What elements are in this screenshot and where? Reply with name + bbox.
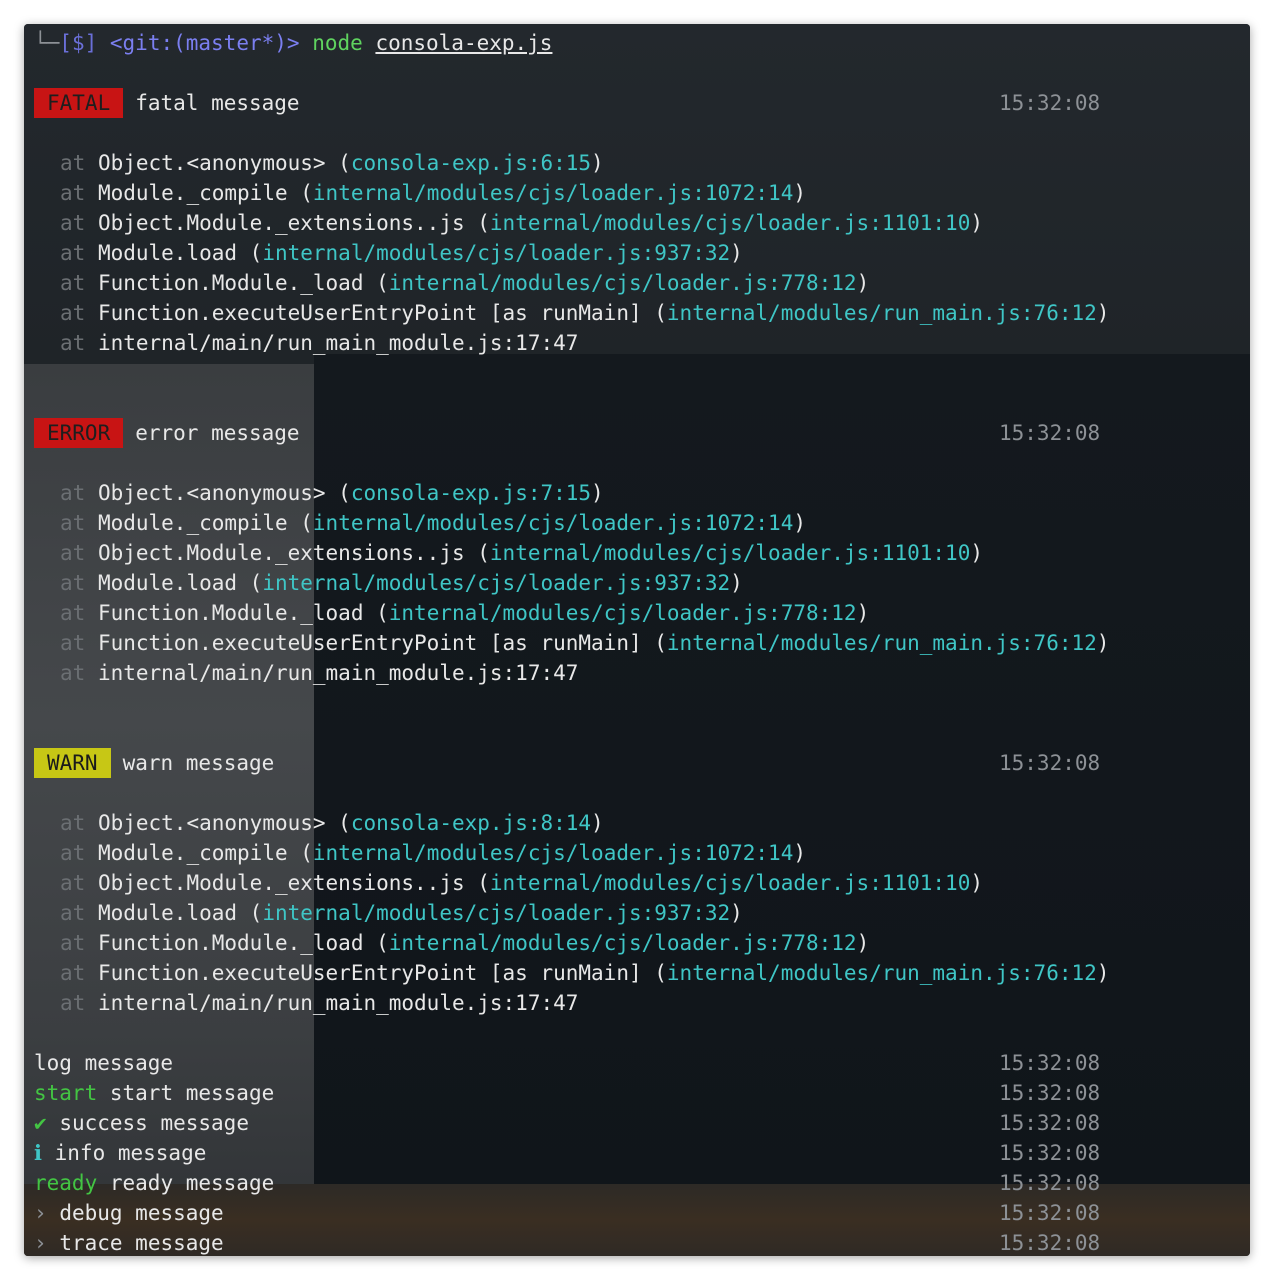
- chevron-right-icon: ›: [34, 1231, 47, 1255]
- stack-frame: at Function.Module._load (internal/modul…: [60, 271, 870, 295]
- start-message: start message: [109, 1081, 275, 1105]
- prompt-git-branch: <git:(master*)>: [109, 31, 300, 55]
- stack-frame: at internal/main/run_main_module.js:17:4…: [60, 991, 579, 1015]
- ready-message: ready message: [109, 1171, 275, 1195]
- stack-frame: at Object.<anonymous> (consola-exp.js:8:…: [60, 811, 604, 835]
- stack-frame: at Object.<anonymous> (consola-exp.js:6:…: [60, 151, 604, 175]
- prompt-corner: └─: [34, 31, 60, 55]
- log-timestamp: 15:32:08: [999, 1051, 1101, 1075]
- stack-frame: at Function.executeUserEntryPoint [as ru…: [60, 631, 1110, 655]
- info-timestamp: 15:32:08: [999, 1141, 1101, 1165]
- debug-message: debug message: [59, 1201, 224, 1225]
- fatal-message: fatal message: [135, 91, 300, 115]
- terminal-output[interactable]: └─[$] <git:(master*)> node consola-exp.j…: [24, 24, 1250, 1256]
- command-node: node: [312, 31, 363, 55]
- warn-line: WARN warn message: [34, 748, 274, 778]
- trace-timestamp: 15:32:08: [999, 1231, 1101, 1255]
- stack-frame: at Module.load (internal/modules/cjs/loa…: [60, 571, 743, 595]
- info-line: ℹ info message: [34, 1138, 206, 1168]
- stack-frame: at Function.executeUserEntryPoint [as ru…: [60, 301, 1110, 325]
- success-timestamp: 15:32:08: [999, 1111, 1101, 1135]
- chevron-right-icon: ›: [34, 1201, 47, 1225]
- stack-frame: at Module.load (internal/modules/cjs/loa…: [60, 901, 743, 925]
- success-message: success message: [59, 1111, 249, 1135]
- terminal-window: └─[$] <git:(master*)> node consola-exp.j…: [24, 24, 1250, 1256]
- stack-frame: at Module._compile (internal/modules/cjs…: [60, 511, 806, 535]
- error-badge: ERROR: [34, 418, 124, 448]
- stack-frame: at Object.Module._extensions..js (intern…: [60, 211, 983, 235]
- stack-frame: at Function.Module._load (internal/modul…: [60, 931, 870, 955]
- command-file: consola-exp.js: [375, 31, 553, 55]
- info-icon: ℹ: [34, 1141, 42, 1165]
- debug-line: › debug message: [34, 1198, 224, 1228]
- stack-frame: at internal/main/run_main_module.js:17:4…: [60, 661, 579, 685]
- ready-timestamp: 15:32:08: [999, 1171, 1101, 1195]
- info-message: info message: [54, 1141, 207, 1165]
- stack-frame: at Function.Module._load (internal/modul…: [60, 601, 870, 625]
- error-message: error message: [135, 421, 300, 445]
- start-prefix: start: [34, 1081, 98, 1105]
- prompt-dollar: [$]: [59, 31, 98, 55]
- stack-frame: at Object.<anonymous> (consola-exp.js:7:…: [60, 481, 604, 505]
- trace-line: › trace message: [34, 1228, 224, 1256]
- fatal-badge: FATAL: [34, 88, 124, 118]
- warn-badge: WARN: [34, 748, 111, 778]
- error-timestamp: 15:32:08: [999, 421, 1101, 445]
- fatal-timestamp: 15:32:08: [999, 91, 1101, 115]
- stack-frame: at Function.executeUserEntryPoint [as ru…: [60, 961, 1110, 985]
- warn-message: warn message: [122, 751, 275, 775]
- debug-timestamp: 15:32:08: [999, 1201, 1101, 1225]
- trace-message: trace message: [59, 1231, 224, 1255]
- ready-line: ready ready message: [34, 1168, 274, 1198]
- start-line: start start message: [34, 1078, 274, 1108]
- warn-timestamp: 15:32:08: [999, 751, 1101, 775]
- stack-frame: at internal/main/run_main_module.js:17:4…: [60, 331, 579, 355]
- prompt-line: └─[$] <git:(master*)> node consola-exp.j…: [34, 28, 552, 58]
- stack-frame: at Module.load (internal/modules/cjs/loa…: [60, 241, 743, 265]
- start-timestamp: 15:32:08: [999, 1081, 1101, 1105]
- fatal-line: FATAL fatal message: [34, 88, 300, 118]
- log-line: log message: [34, 1048, 173, 1078]
- ready-prefix: ready: [34, 1171, 98, 1195]
- stack-frame: at Object.Module._extensions..js (intern…: [60, 541, 983, 565]
- stack-frame: at Module._compile (internal/modules/cjs…: [60, 841, 806, 865]
- error-line: ERROR error message: [34, 418, 300, 448]
- stack-frame: at Object.Module._extensions..js (intern…: [60, 871, 983, 895]
- stack-frame: at Module._compile (internal/modules/cjs…: [60, 181, 806, 205]
- log-message: log message: [34, 1051, 174, 1075]
- checkmark-icon: ✔: [34, 1111, 47, 1135]
- success-line: ✔ success message: [34, 1108, 249, 1138]
